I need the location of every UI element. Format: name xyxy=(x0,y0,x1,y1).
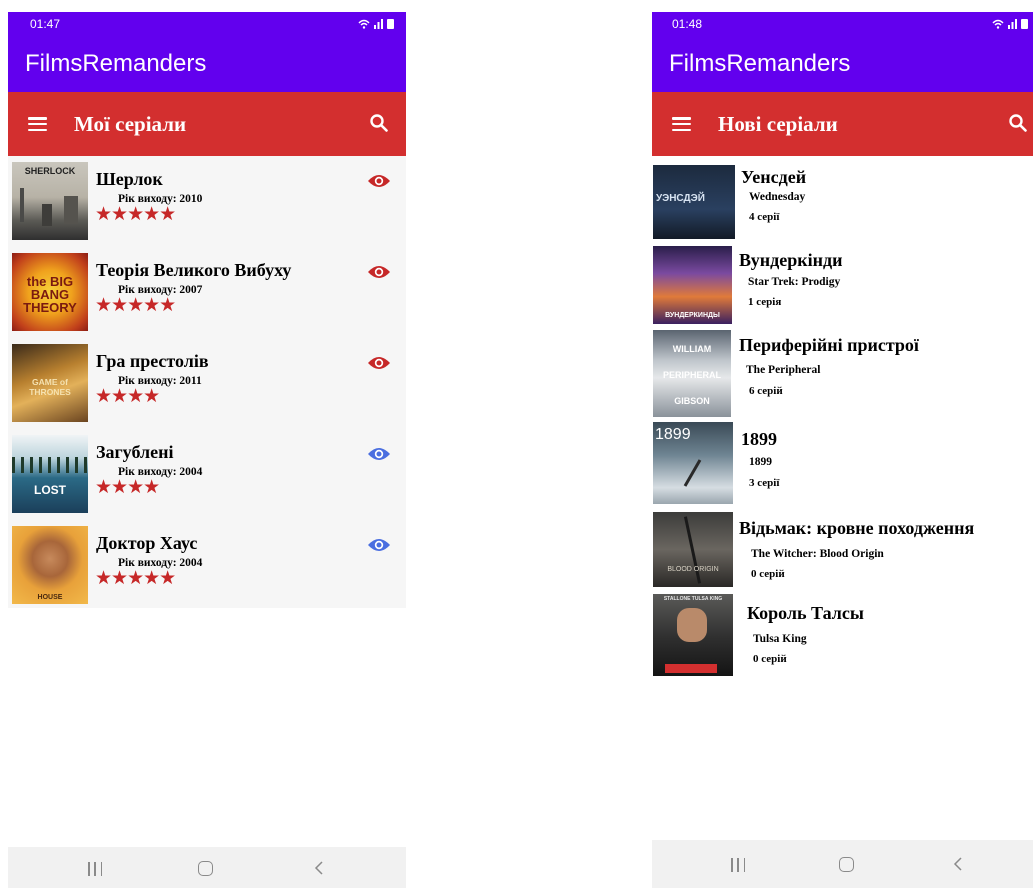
wifi-icon xyxy=(358,19,370,29)
episodes-count: 0 серій xyxy=(751,568,785,580)
list-item[interactable]: SHERLOCK Шерлок Рік виходу: 2010 ★★★★★ xyxy=(8,156,406,247)
list-item[interactable]: LOST Загублені Рік виходу: 2004 ★★★★ xyxy=(8,429,406,520)
app-bar: FilmsRemanders xyxy=(652,36,1033,92)
poster-image: LOST xyxy=(12,435,88,513)
toolbar-title: Мої серіали xyxy=(74,112,187,136)
series-title: Вундеркінди xyxy=(739,250,843,270)
poster-image: 1899 xyxy=(653,422,733,504)
hamburger-menu-icon[interactable] xyxy=(672,117,691,131)
toolbar: Нові серіали xyxy=(652,92,1033,156)
status-bar: 01:48 xyxy=(652,12,1033,36)
series-title: Король Талсы xyxy=(747,603,864,623)
list-item[interactable]: ВУНДЕРКИНДЫ Вундеркінди Star Trek: Prodi… xyxy=(652,243,1033,328)
back-icon[interactable] xyxy=(953,857,963,871)
rating-stars: ★★★★ xyxy=(95,477,160,498)
original-title: The Peripheral xyxy=(746,364,821,376)
back-icon[interactable] xyxy=(314,861,324,875)
eye-icon[interactable] xyxy=(367,445,391,463)
series-title: Шерлок xyxy=(96,169,163,189)
list-item[interactable]: GAME of THRONES Гра престолів Рік виходу… xyxy=(8,338,406,429)
rating-stars: ★★★★★ xyxy=(95,568,176,589)
list-item[interactable]: 1899 1899 1899 3 серії xyxy=(652,422,1033,512)
status-time: 01:47 xyxy=(30,17,61,31)
search-icon[interactable] xyxy=(369,113,389,133)
status-time: 01:48 xyxy=(672,17,703,31)
new-series-screen: 01:48 FilmsRemanders Нові серіали УЭНСДЭ… xyxy=(652,12,1033,888)
episodes-count: 4 серії xyxy=(749,211,780,223)
eye-icon[interactable] xyxy=(367,354,391,372)
poster-image: the BIG BANG THEORY xyxy=(12,253,88,331)
new-series-list: УЭНСДЭЙ Уенсдей Wednesday 4 серії ВУНДЕР… xyxy=(652,156,1033,684)
status-icons xyxy=(992,19,1028,29)
eye-icon[interactable] xyxy=(367,536,391,554)
recent-apps-icon[interactable] xyxy=(731,858,745,872)
list-item[interactable]: BLOOD ORIGIN Відьмак: кровне походження … xyxy=(652,512,1033,594)
status-icons xyxy=(358,19,394,29)
poster-image: WILLIAM PERIPHERAL GIBSON xyxy=(653,330,731,417)
series-title: Доктор Хаус xyxy=(96,533,198,553)
episodes-count: 0 серій xyxy=(753,653,787,665)
poster-image: ВУНДЕРКИНДЫ xyxy=(653,246,732,324)
eye-icon[interactable] xyxy=(367,263,391,281)
series-title: Відьмак: кровне походження xyxy=(739,518,975,538)
app-title: FilmsRemanders xyxy=(25,50,207,77)
recent-apps-icon[interactable] xyxy=(88,862,102,876)
list-item[interactable]: УЭНСДЭЙ Уенсдей Wednesday 4 серії xyxy=(652,156,1033,243)
rating-stars: ★★★★★ xyxy=(95,295,176,316)
poster-image: STALLONE TULSA KING xyxy=(653,594,733,676)
poster-image: SHERLOCK xyxy=(12,162,88,240)
list-item[interactable]: STALLONE TULSA KING Король Талсы Tulsa K… xyxy=(652,594,1033,684)
system-nav-bar xyxy=(652,840,1033,888)
poster-image: BLOOD ORIGIN xyxy=(653,512,733,587)
rating-stars: ★★★★★ xyxy=(95,204,176,225)
home-icon[interactable] xyxy=(839,857,854,872)
series-title: Гра престолів xyxy=(96,351,209,371)
app-title: FilmsRemanders xyxy=(669,50,851,77)
hamburger-menu-icon[interactable] xyxy=(28,117,47,131)
eye-icon[interactable] xyxy=(367,172,391,190)
poster-image: УЭНСДЭЙ xyxy=(653,165,735,239)
episodes-count: 3 серії xyxy=(749,477,780,489)
my-series-list: SHERLOCK Шерлок Рік виходу: 2010 ★★★★★ t… xyxy=(8,156,406,608)
series-title: Теорія Великого Вибуху xyxy=(96,260,292,280)
episodes-count: 6 серій xyxy=(749,385,783,397)
status-bar: 01:47 xyxy=(8,12,406,36)
app-bar: FilmsRemanders xyxy=(8,36,406,92)
original-title: 1899 xyxy=(749,456,772,468)
poster-image: HOUSE xyxy=(12,526,88,604)
series-title: Загублені xyxy=(96,442,174,462)
battery-icon xyxy=(1021,19,1028,29)
my-series-screen: 01:47 FilmsRemanders Мої серіали SHERLOC… xyxy=(8,12,406,888)
original-title: Wednesday xyxy=(749,191,806,203)
original-title: The Witcher: Blood Origin xyxy=(751,548,884,560)
series-title: 1899 xyxy=(741,429,777,449)
battery-icon xyxy=(387,19,394,29)
toolbar: Мої серіали xyxy=(8,92,406,156)
original-title: Star Trek: Prodigy xyxy=(748,276,841,288)
signal-icon xyxy=(374,19,383,29)
home-icon[interactable] xyxy=(198,861,213,876)
list-item[interactable]: WILLIAM PERIPHERAL GIBSON Периферійні пр… xyxy=(652,328,1033,422)
poster-image: GAME of THRONES xyxy=(12,344,88,422)
episodes-count: 1 серія xyxy=(748,296,782,308)
list-item[interactable]: the BIG BANG THEORY Теорія Великого Вибу… xyxy=(8,247,406,338)
system-nav-bar xyxy=(8,847,406,888)
signal-icon xyxy=(1008,19,1017,29)
original-title: Tulsa King xyxy=(753,633,807,645)
list-item[interactable]: HOUSE Доктор Хаус Рік виходу: 2004 ★★★★★ xyxy=(8,520,406,611)
toolbar-title: Нові серіали xyxy=(718,112,838,136)
search-icon[interactable] xyxy=(1008,113,1028,133)
rating-stars: ★★★★ xyxy=(95,386,160,407)
wifi-icon xyxy=(992,19,1004,29)
series-title: Периферійні пристрої xyxy=(739,335,919,355)
series-title: Уенсдей xyxy=(741,167,807,187)
